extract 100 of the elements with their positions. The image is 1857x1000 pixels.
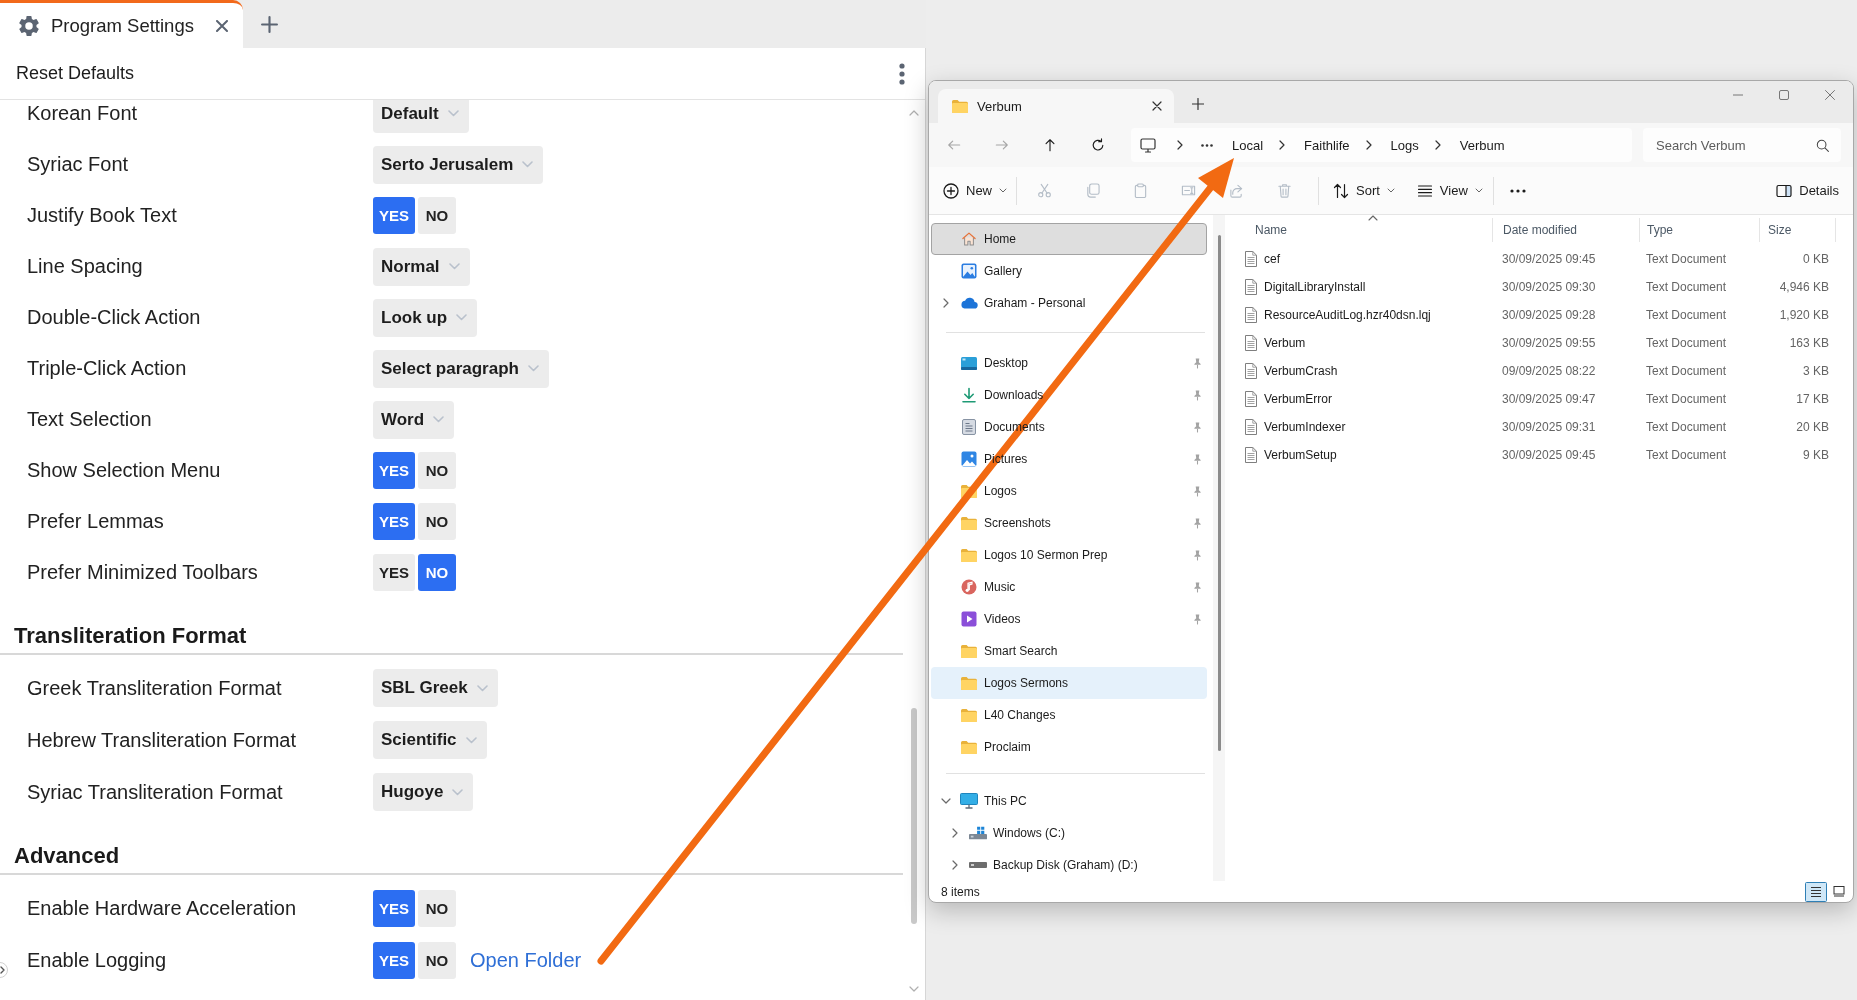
nav-item[interactable]: Smart Search — [931, 635, 1207, 667]
nav-item[interactable]: Gallery — [931, 255, 1207, 287]
toggle-button[interactable]: YES — [373, 554, 415, 591]
close-icon[interactable] — [1152, 101, 1162, 111]
file-type: Text Document — [1646, 392, 1727, 406]
item-count: 8 items — [941, 884, 980, 899]
close-icon[interactable] — [216, 19, 228, 32]
toggle-button[interactable]: NO — [418, 889, 456, 927]
text-link[interactable]: Open Folder — [470, 948, 582, 972]
dropdown[interactable]: Look up — [373, 298, 478, 337]
column-header[interactable]: Type — [1640, 218, 1760, 242]
new-button[interactable]: New — [937, 174, 1013, 207]
nav-item[interactable]: Music — [931, 571, 1207, 603]
date-modified: 30/09/2025 09:28 — [1502, 308, 1596, 322]
toggle-button[interactable]: NO — [418, 197, 456, 234]
file-size: 1,920 KB — [1779, 308, 1829, 322]
chevron-right-icon[interactable] — [1177, 140, 1183, 150]
folder-icon — [961, 740, 977, 754]
nav-item[interactable]: Home — [931, 223, 1207, 255]
reset-button[interactable]: Reset Defaults — [16, 63, 135, 84]
chevron-down-icon[interactable] — [941, 798, 951, 804]
breadcrumb-item[interactable]: Faithlife — [1304, 137, 1350, 153]
refresh-icon[interactable] — [1091, 138, 1105, 152]
toggle-button[interactable]: NO — [418, 503, 456, 540]
setting-label: Hebrew Transliteration Format — [27, 728, 297, 752]
chevron-right-icon[interactable] — [1434, 140, 1441, 150]
nav-item[interactable]: Screenshots — [931, 507, 1207, 539]
details-button[interactable]: Details — [1768, 174, 1847, 207]
file-name[interactable]: VerbumIndexer — [1264, 420, 1346, 434]
nav-item[interactable]: Windows (C:) — [931, 817, 1207, 849]
nav-item[interactable]: Desktop — [931, 347, 1207, 379]
nav-item[interactable]: Graham - Personal — [931, 287, 1207, 319]
dropdown[interactable]: Hugoye — [373, 773, 474, 811]
file-name[interactable]: VerbumError — [1264, 392, 1333, 406]
breadcrumb-item[interactable]: Verbum — [1459, 137, 1505, 153]
nav-item[interactable]: Videos — [931, 603, 1207, 635]
list-view-icon[interactable] — [1805, 881, 1827, 902]
nav-item[interactable]: Logos Sermons — [931, 667, 1207, 699]
toggle-button[interactable]: YES — [373, 889, 415, 927]
dropdown[interactable]: Serto Jerusalem — [373, 145, 544, 184]
nav-item[interactable]: Logos — [931, 475, 1207, 507]
pin-icon — [1193, 485, 1202, 497]
more-icon[interactable] — [1509, 188, 1526, 193]
nav-item[interactable]: Proclaim — [931, 731, 1207, 763]
file-name[interactable]: cef — [1264, 252, 1280, 266]
toggle-button[interactable]: NO — [418, 554, 456, 591]
toggle-button[interactable]: NO — [418, 941, 456, 979]
file-type: Text Document — [1646, 448, 1727, 462]
sort-button[interactable]: Sort — [1325, 174, 1403, 207]
scrollbar-thumb[interactable] — [1217, 235, 1221, 751]
dropdown[interactable]: Scientific — [373, 721, 487, 759]
setting-label: Syriac Transliteration Format — [27, 780, 284, 804]
nav-item[interactable]: Downloads — [931, 379, 1207, 411]
plus-icon[interactable] — [1192, 98, 1204, 110]
settings-tab[interactable]: Program Settings — [0, 0, 243, 48]
chevron-right-icon[interactable] — [952, 828, 958, 838]
dropdown[interactable]: Default — [373, 100, 469, 133]
chevron-right-icon[interactable] — [943, 298, 949, 308]
column-header[interactable]: Date modified — [1493, 218, 1640, 242]
date-modified: 30/09/2025 09:45 — [1502, 252, 1596, 266]
arrow-up-icon[interactable] — [1043, 138, 1057, 152]
chevron-right-icon[interactable] — [952, 860, 958, 870]
dropdown[interactable]: SBL Greek — [373, 669, 498, 707]
toggle-button[interactable]: YES — [373, 503, 415, 540]
search-field[interactable]: Search Verbum — [1643, 128, 1841, 162]
nav-item[interactable]: Backup Disk (Graham) (D:) — [931, 849, 1207, 881]
folder-tab[interactable]: Verbum — [938, 89, 1174, 123]
breadcrumb-item[interactable]: Local — [1232, 137, 1264, 153]
view-button[interactable]: View — [1408, 174, 1491, 207]
file-name[interactable]: VerbumCrash — [1264, 364, 1338, 378]
text-file-icon — [1245, 447, 1257, 463]
maximize-icon[interactable] — [1779, 90, 1789, 100]
column-header[interactable]: Size — [1760, 218, 1836, 242]
column-header[interactable]: Name — [1225, 218, 1493, 242]
scrollbar-thumb[interactable] — [911, 708, 917, 924]
file-name[interactable]: VerbumSetup — [1264, 448, 1337, 462]
ellipsis-icon[interactable] — [1201, 143, 1213, 147]
pin-icon — [1193, 581, 1202, 593]
toggle-button[interactable]: YES — [373, 452, 415, 489]
address-bar[interactable]: Local Faithlife Logs Verbum — [1131, 128, 1632, 162]
chevron-down-icon — [522, 161, 534, 168]
toggle-button[interactable]: NO — [418, 452, 456, 489]
dropdown[interactable]: Word — [373, 400, 455, 439]
file-name[interactable]: ResourceAuditLog.hzr40dsn.lqj — [1264, 308, 1431, 322]
toggle-button[interactable]: YES — [373, 941, 415, 979]
chevron-right-icon[interactable] — [1279, 140, 1286, 150]
toggle-button[interactable]: YES — [373, 197, 415, 234]
search-icon[interactable] — [1816, 138, 1829, 152]
dropdown[interactable]: Normal — [373, 247, 470, 286]
file-name[interactable]: DigitalLibraryInstall — [1264, 280, 1366, 294]
monitor-icon[interactable] — [1140, 137, 1156, 153]
dropdown[interactable]: Select paragraph — [373, 349, 549, 388]
nav-item[interactable]: L40 Changes — [931, 699, 1207, 731]
breadcrumb-item[interactable]: Logs — [1390, 137, 1419, 153]
nav-item[interactable]: Logos 10 Sermon Prep — [931, 539, 1207, 571]
file-name[interactable]: Verbum — [1264, 336, 1306, 350]
chevron-right-icon[interactable] — [1365, 140, 1372, 150]
nav-item[interactable]: This PC — [931, 785, 1207, 817]
tile-view-icon[interactable] — [1833, 886, 1845, 897]
plus-icon[interactable] — [261, 15, 278, 33]
